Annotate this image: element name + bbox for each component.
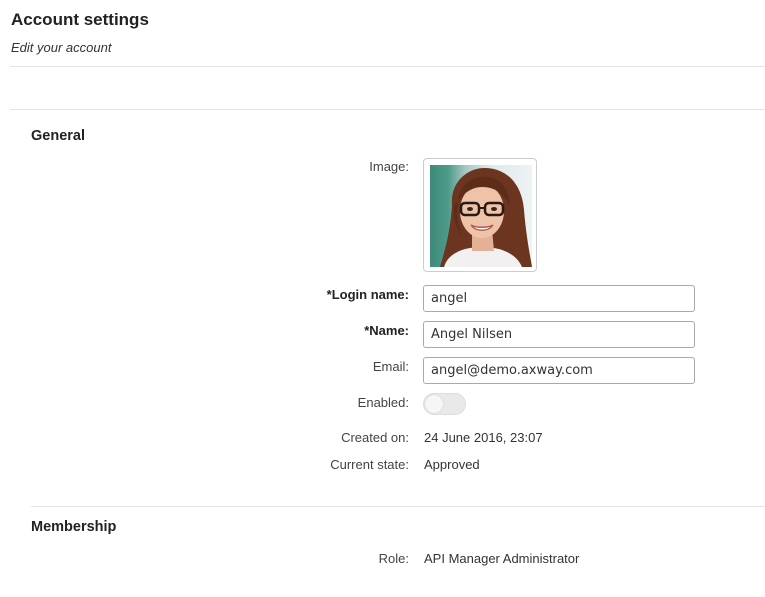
email-input[interactable] [423, 357, 695, 384]
membership-section-title: Membership [31, 519, 117, 535]
role-value: API Manager Administrator [424, 551, 580, 566]
name-input[interactable] [423, 321, 695, 348]
avatar-frame[interactable] [423, 158, 537, 272]
name-label: *Name: [364, 323, 409, 338]
current-state-label: Current state: [330, 457, 409, 472]
account-settings-page: Account settings Edit your account Gener… [0, 0, 765, 597]
header-divider [10, 66, 765, 67]
created-on-value: 24 June 2016, 23:07 [424, 430, 543, 445]
enabled-label: Enabled: [357, 395, 409, 410]
page-title: Account settings [11, 10, 149, 29]
membership-divider [31, 506, 765, 507]
general-section-title: General [31, 128, 85, 144]
avatar [430, 165, 532, 267]
toggle-knob [425, 395, 443, 413]
current-state-value: Approved [424, 457, 480, 472]
email-label: Email: [372, 359, 409, 374]
role-label: Role: [378, 551, 409, 566]
created-on-label: Created on: [341, 430, 409, 445]
avatar-photo [440, 167, 532, 267]
login-name-input[interactable] [423, 285, 695, 312]
login-name-label: *Login name: [326, 287, 409, 302]
page-subtitle: Edit your account [11, 40, 112, 55]
image-label: Image: [369, 159, 409, 174]
section-divider-top [10, 109, 765, 110]
enabled-toggle[interactable] [423, 393, 466, 415]
